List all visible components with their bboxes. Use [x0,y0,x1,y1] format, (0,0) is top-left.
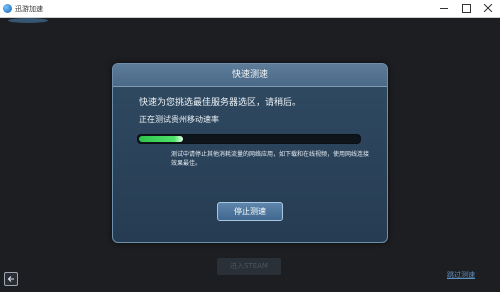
app-logo-icon [3,4,12,13]
back-button[interactable] [4,272,18,286]
test-status: 正在测试贵州移动速率 [139,115,219,124]
hint-text: 测试中请停止其他消耗流量的网络应用，如下载和在线视频，使用网线连接效果最佳。 [171,151,370,167]
close-icon [484,4,492,12]
progress-fill [139,136,183,142]
window-title: 迅游加速 [15,5,43,13]
maximize-button[interactable] [455,0,477,17]
speed-test-dialog: 快速测速 快速为您挑选最佳服务器选区，请稍后。 正在测试贵州移动速率 测试中请停… [112,63,388,243]
enter-steam-button[interactable]: 进入STEAM [217,258,281,275]
progress-bar [137,134,361,144]
arrow-left-icon [7,276,14,282]
window-titlebar: 迅游加速 [0,0,500,18]
dialog-title: 快速测速 [231,70,268,80]
header-decoration [8,18,48,23]
stop-test-button[interactable]: 停止测速 [217,202,283,221]
close-button[interactable] [477,0,499,17]
skip-link[interactable]: 跳过测速 [447,270,475,280]
dialog-header: 快速测速 [113,64,387,87]
minimize-button[interactable] [433,0,455,17]
dialog-message: 快速为您挑选最佳服务器选区，请稍后。 [139,98,302,108]
